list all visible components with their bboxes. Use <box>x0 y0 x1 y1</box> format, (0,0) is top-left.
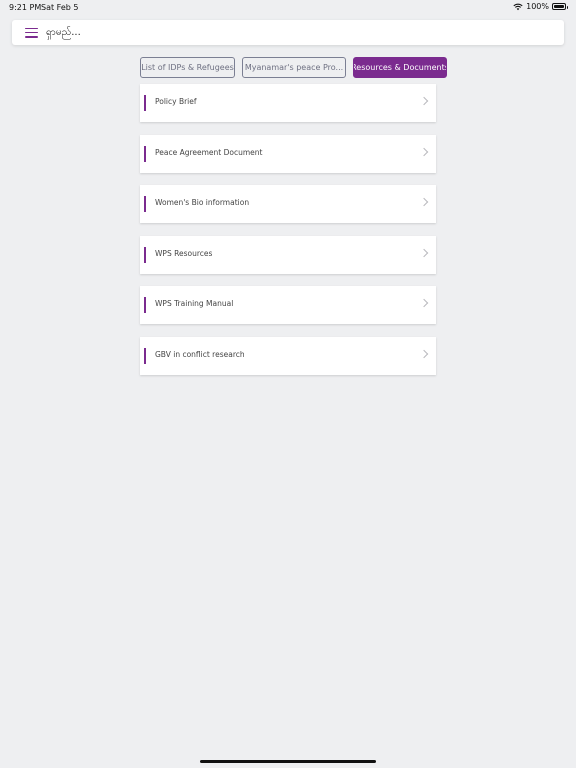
list-item-label: GBV in conflict research <box>155 349 245 359</box>
tab-label: Myanamar's peace Pro... <box>244 63 344 72</box>
list-item-policy-brief[interactable]: Policy Brief <box>140 84 436 122</box>
chevron-right-icon <box>419 96 429 106</box>
status-indicators: 100% <box>513 2 568 11</box>
resource-list: Policy Brief Peace Agreement Document Wo… <box>140 84 436 388</box>
hamburger-icon[interactable] <box>25 27 38 38</box>
chevron-right-icon <box>419 299 429 308</box>
tab-idps-refugees[interactable]: List of IDPs & Refugees <box>140 57 235 78</box>
accent-bar <box>144 145 146 162</box>
status-date: Sat Feb 5 <box>41 3 79 12</box>
home-indicator[interactable] <box>200 760 376 763</box>
list-item-wps-resources[interactable]: WPS Resources <box>140 235 436 274</box>
search-input[interactable]: ရှာမည်... <box>46 25 81 40</box>
wifi-icon <box>513 3 523 10</box>
battery-percent: 100% <box>526 2 549 11</box>
list-item-label: Women's Bio information <box>155 198 250 208</box>
chevron-right-icon <box>419 147 429 156</box>
accent-bar <box>144 347 146 364</box>
list-item-label: WPS Training Manual <box>155 299 234 309</box>
tab-label: Resources & Documents <box>353 63 447 72</box>
tab-bar: List of IDPs & Refugees Myanamar's peace… <box>140 57 447 78</box>
battery-icon <box>552 3 568 10</box>
accent-bar <box>144 196 146 213</box>
list-item-peace-agreement[interactable]: Peace Agreement Document <box>140 134 436 173</box>
accent-bar <box>144 297 146 314</box>
search-bar[interactable]: ရှာမည်... <box>12 20 564 45</box>
chevron-right-icon <box>419 248 429 258</box>
accent-bar <box>144 246 146 263</box>
status-bar: 9:21 PM Sat Feb 5 100% <box>0 0 576 14</box>
list-item-label: WPS Resources <box>155 248 213 258</box>
accent-bar <box>144 95 146 111</box>
battery-level <box>554 5 564 8</box>
list-item-label: Policy Brief <box>155 97 197 106</box>
tab-label: List of IDPs & Refugees <box>141 63 234 72</box>
chevron-right-icon <box>419 197 429 207</box>
list-item-label: Peace Agreement Document <box>155 147 263 157</box>
list-item-womens-bio[interactable]: Women's Bio information <box>140 185 436 224</box>
list-item-gbv-research[interactable]: GBV in conflict research <box>140 336 436 375</box>
chevron-right-icon <box>419 349 429 359</box>
tab-resources-documents[interactable]: Resources & Documents <box>353 57 447 78</box>
status-time: 9:21 PM <box>9 3 42 12</box>
tab-peace-process[interactable]: Myanamar's peace Pro... <box>242 57 346 78</box>
list-item-wps-training-manual[interactable]: WPS Training Manual <box>140 286 436 325</box>
